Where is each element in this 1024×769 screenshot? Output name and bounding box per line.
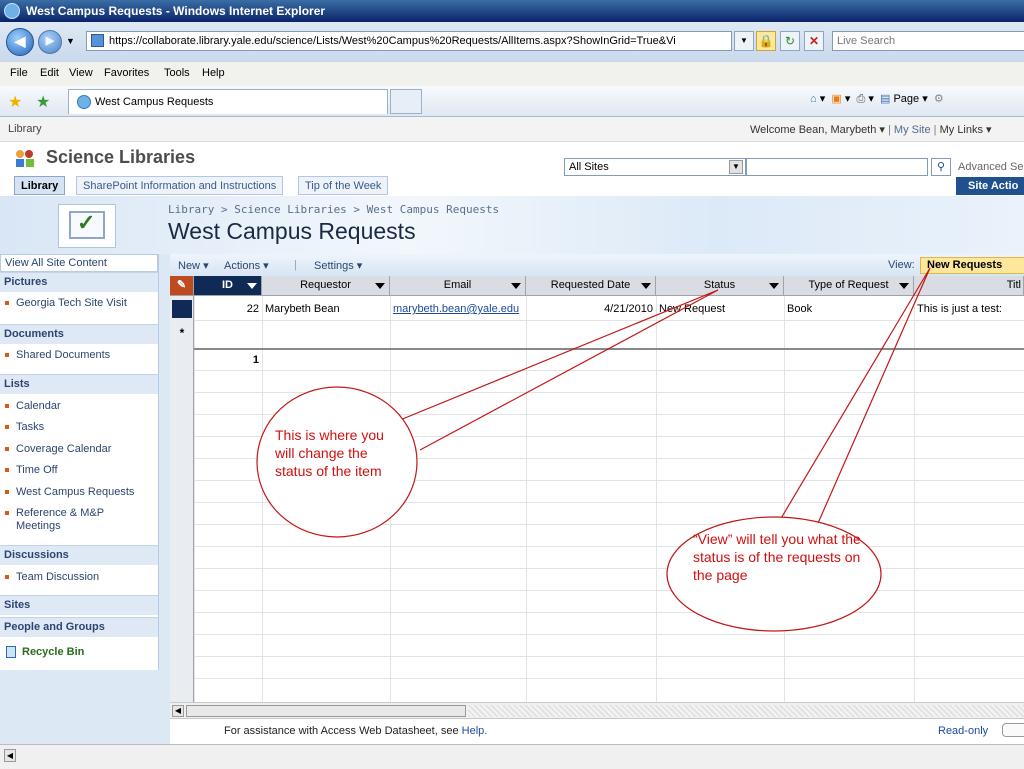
callout-overlay <box>256 267 931 632</box>
view-callout-text: “View” will tell you what the status is … <box>693 531 861 583</box>
status-callout-text: This is where you will change the status… <box>275 427 384 479</box>
status-callout-tail <box>399 289 719 451</box>
view-callout-tail <box>779 267 931 531</box>
